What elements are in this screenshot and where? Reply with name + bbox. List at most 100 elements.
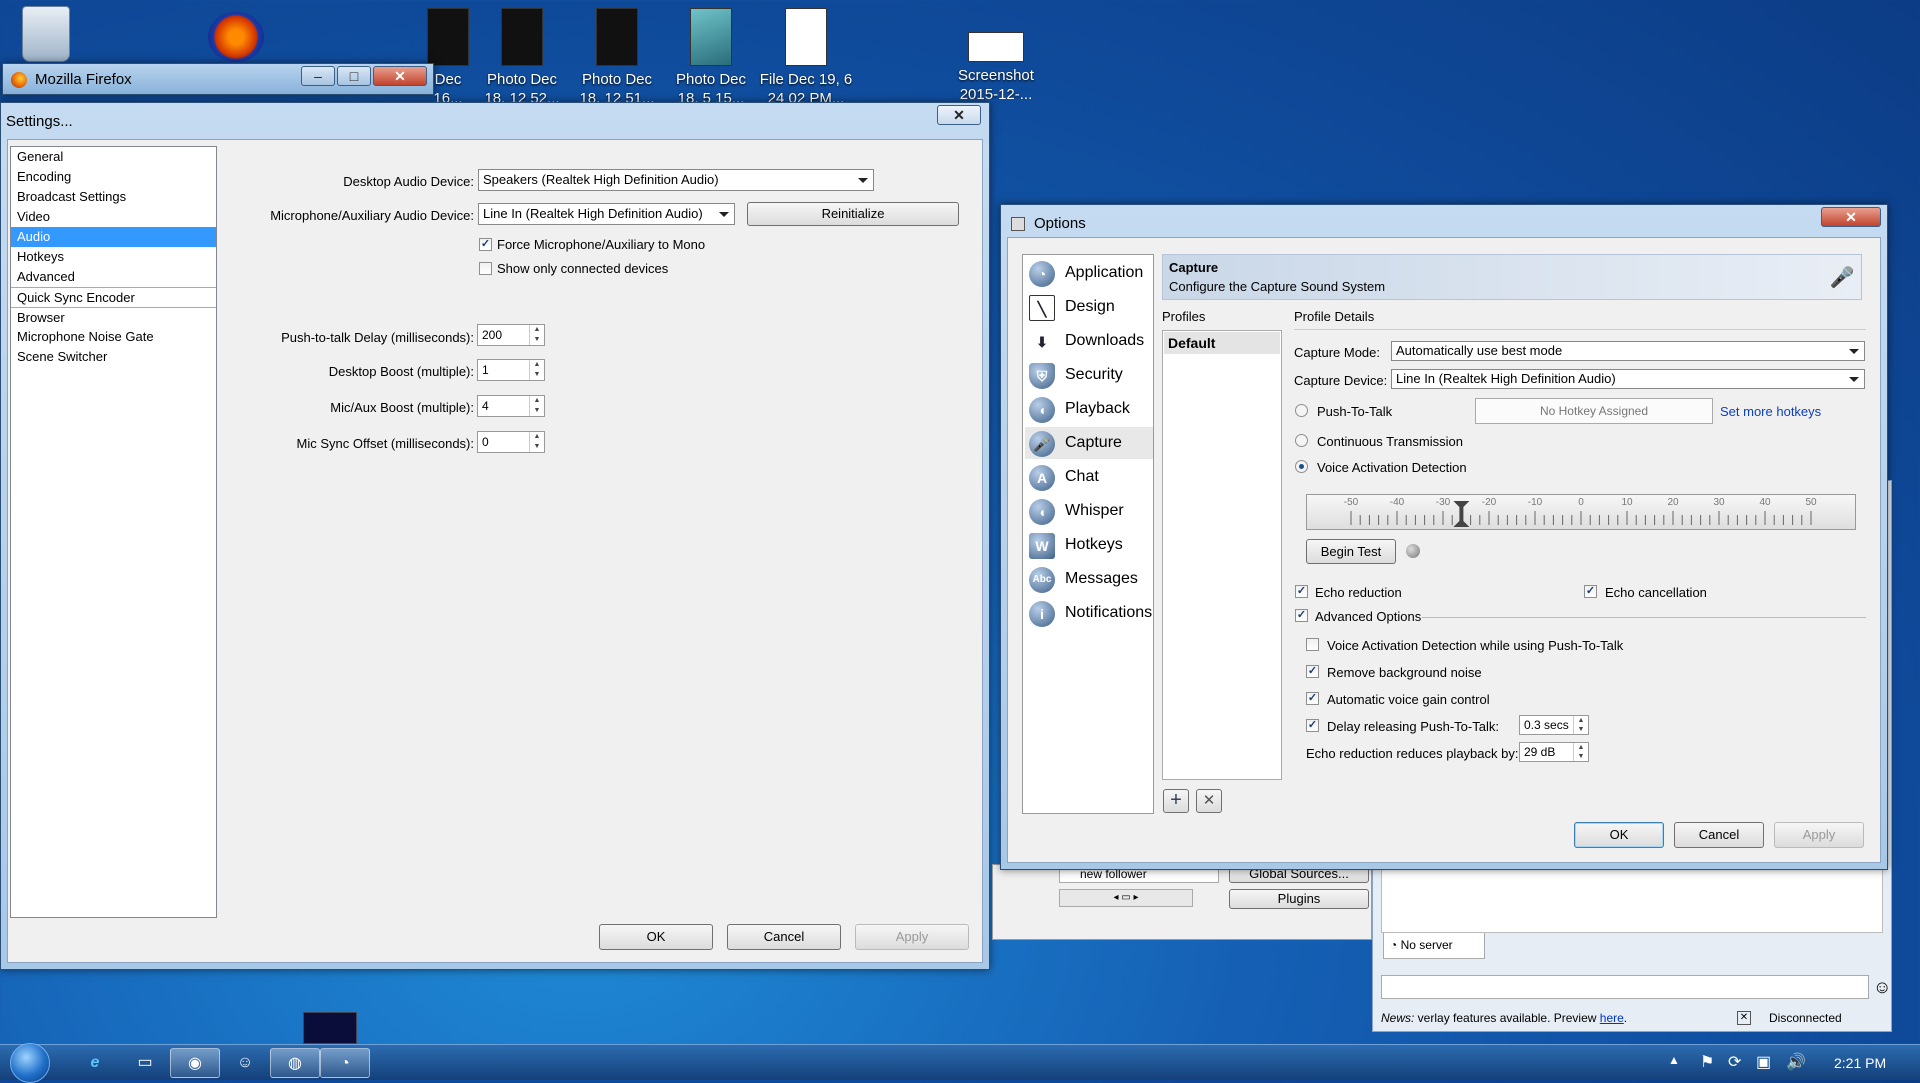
spin-up-icon[interactable]: ▲ (529, 325, 544, 335)
spin-down-icon[interactable]: ▼ (529, 335, 544, 345)
desktop-icon-photo-3[interactable]: Photo Dec 18, 12 51... (569, 8, 665, 103)
vad-radio[interactable] (1295, 460, 1308, 473)
plugins-button[interactable]: Plugins (1229, 889, 1369, 909)
delay-ptt-input[interactable]: 0.3 secs ▲ ▼ (1519, 715, 1589, 735)
obs-nav-scene-switcher[interactable]: Scene Switcher (11, 347, 216, 367)
options-ok-button[interactable]: OK (1574, 822, 1664, 848)
action-center-flag-icon[interactable]: ⚑ (1700, 1052, 1714, 1072)
recycle-bin-icon[interactable] (22, 6, 70, 62)
mic-boost-input[interactable]: 4 ▲ ▼ (477, 395, 545, 417)
ptt-radio[interactable] (1295, 404, 1308, 417)
ptt-delay-input[interactable]: 200 ▲ ▼ (477, 324, 545, 346)
network-icon[interactable]: ▣ (1756, 1052, 1771, 1072)
advanced-options-checkbox[interactable]: ✓ (1295, 609, 1308, 622)
maximize-button[interactable]: □ (337, 66, 371, 86)
profile-default[interactable]: Default (1164, 332, 1280, 354)
capture-mode-select[interactable]: Automatically use best mode (1391, 341, 1865, 361)
horizontal-scrollbar[interactable]: ◂ ▭ ▸ (1059, 889, 1193, 907)
obs-nav-broadcast-settings[interactable]: Broadcast Settings (11, 187, 216, 207)
obs-nav-browser[interactable]: Browser (11, 307, 216, 327)
options-apply-button[interactable]: Apply (1774, 822, 1864, 848)
volume-icon[interactable]: 🔊 (1786, 1052, 1806, 1072)
start-button[interactable] (10, 1043, 50, 1083)
show-hidden-icons[interactable]: ▲ (1668, 1053, 1680, 1067)
auto-gain-checkbox[interactable]: ✓ (1306, 692, 1319, 705)
spin-up-icon[interactable]: ▲ (529, 432, 544, 442)
delay-ptt-checkbox[interactable]: ✓ (1306, 719, 1319, 732)
nav-application[interactable]: ◔ Application (1025, 257, 1153, 289)
firefox-taskbar-icon[interactable]: ◉ (170, 1048, 220, 1078)
desktop-icon-photo-2[interactable]: Photo Dec 18, 12 52... (474, 8, 570, 103)
add-profile-button[interactable]: + (1163, 789, 1189, 813)
news-link[interactable]: here (1600, 1011, 1624, 1025)
continuous-radio[interactable] (1295, 434, 1308, 447)
spin-up-icon[interactable]: ▲ (529, 396, 544, 406)
show-connected-checkbox[interactable] (479, 262, 492, 275)
minimize-button[interactable]: – (301, 66, 335, 86)
desktop-icon-screenshot[interactable]: Screenshot 2015-12-... (948, 8, 1044, 99)
nav-hotkeys[interactable]: W Hotkeys (1025, 529, 1153, 561)
vad-while-ptt-checkbox[interactable] (1306, 638, 1319, 651)
desktop-audio-device-select[interactable]: Speakers (Realtek High Definition Audio) (478, 169, 874, 191)
obs-nav-encoding[interactable]: Encoding (11, 167, 216, 187)
obs-nav-audio[interactable]: Audio (11, 227, 216, 247)
chat-app-taskbar-icon[interactable]: ☺ (220, 1048, 270, 1078)
remove-profile-button[interactable]: ✕ (1196, 789, 1222, 813)
obs-nav-advanced[interactable]: Advanced (11, 267, 216, 287)
obs-taskbar-icon[interactable]: ◍ (270, 1048, 320, 1078)
spin-up-icon[interactable]: ▲ (1573, 743, 1588, 752)
spin-down-icon[interactable]: ▼ (529, 406, 544, 416)
teamspeak-taskbar-icon[interactable]: ◔ (320, 1048, 370, 1078)
obs-apply-button[interactable]: Apply (855, 924, 969, 950)
nav-notifications[interactable]: i Notifications (1025, 597, 1153, 629)
emoticon-icon[interactable]: ☺ (1873, 978, 1891, 996)
remove-noise-checkbox[interactable]: ✓ (1306, 665, 1319, 678)
nav-whisper[interactable]: ◖ Whisper (1025, 495, 1153, 527)
nav-capture[interactable]: 🎤 Capture (1025, 427, 1153, 459)
obs-close-button[interactable]: ✕ (937, 105, 981, 125)
desktop-icon-photo-4[interactable]: Photo Dec 18, 5 15... (663, 8, 759, 103)
vad-slider[interactable]: -50 -40 -30 -20 -10 0 10 20 30 40 50 (1306, 494, 1856, 530)
vad-slider-handle[interactable] (1453, 501, 1470, 527)
close-button[interactable]: ✕ (373, 66, 427, 86)
begin-test-button[interactable]: Begin Test (1306, 539, 1396, 564)
chat-input[interactable] (1381, 975, 1869, 999)
sync-icon[interactable]: ⟳ (1728, 1052, 1741, 1072)
spin-up-icon[interactable]: ▲ (1573, 716, 1588, 725)
capture-device-select[interactable]: Line In (Realtek High Definition Audio) (1391, 369, 1865, 389)
mic-audio-device-select[interactable]: Line In (Realtek High Definition Audio) (478, 203, 735, 225)
obs-nav-general[interactable]: General (11, 147, 216, 167)
nav-security[interactable]: ⛨ Security (1025, 359, 1153, 391)
options-cancel-button[interactable]: Cancel (1674, 822, 1764, 848)
obs-nav-quick-sync-encoder[interactable]: Quick Sync Encoder (11, 287, 216, 307)
spin-up-icon[interactable]: ▲ (529, 360, 544, 370)
obs-ok-button[interactable]: OK (599, 924, 713, 950)
spin-down-icon[interactable]: ▼ (1573, 725, 1588, 734)
desktop-boost-input[interactable]: 1 ▲ ▼ (477, 359, 545, 381)
force-mono-checkbox[interactable]: ✓ (479, 238, 492, 251)
spin-down-icon[interactable]: ▼ (529, 442, 544, 452)
no-server-tab[interactable]: ◔ No server (1383, 933, 1485, 959)
options-close-button[interactable]: ✕ (1821, 207, 1881, 227)
nav-chat[interactable]: A Chat (1025, 461, 1153, 493)
mic-sync-input[interactable]: 0 ▲ ▼ (477, 431, 545, 453)
nav-playback[interactable]: ◖ Playback (1025, 393, 1153, 425)
desktop-icon-file[interactable]: File Dec 19, 6 24 02 PM... (758, 8, 854, 103)
spin-down-icon[interactable]: ▼ (529, 370, 544, 380)
file-explorer-icon[interactable]: ▭ (120, 1048, 170, 1078)
nav-messages[interactable]: Abc Messages (1025, 563, 1153, 595)
obs-nav-microphone-noise-gate[interactable]: Microphone Noise Gate (11, 327, 216, 347)
set-more-hotkeys-link[interactable]: Set more hotkeys (1720, 404, 1821, 419)
spin-down-icon[interactable]: ▼ (1573, 752, 1588, 761)
nav-design[interactable]: ╲ Design (1025, 291, 1153, 323)
reinitialize-button[interactable]: Reinitialize (747, 202, 959, 226)
audacity-icon[interactable] (208, 12, 264, 62)
news-close-icon[interactable]: ✕ (1737, 1011, 1751, 1025)
nav-downloads[interactable]: ⬇ Downloads (1025, 325, 1153, 357)
clock[interactable]: 2:21 PM (1834, 1055, 1886, 1071)
internet-explorer-icon[interactable]: e (70, 1048, 120, 1078)
obs-nav-video[interactable]: Video (11, 207, 216, 227)
echo-cancellation-checkbox[interactable]: ✓ (1584, 585, 1597, 598)
obs-nav-hotkeys[interactable]: Hotkeys (11, 247, 216, 267)
echo-playback-input[interactable]: 29 dB ▲ ▼ (1519, 742, 1589, 762)
